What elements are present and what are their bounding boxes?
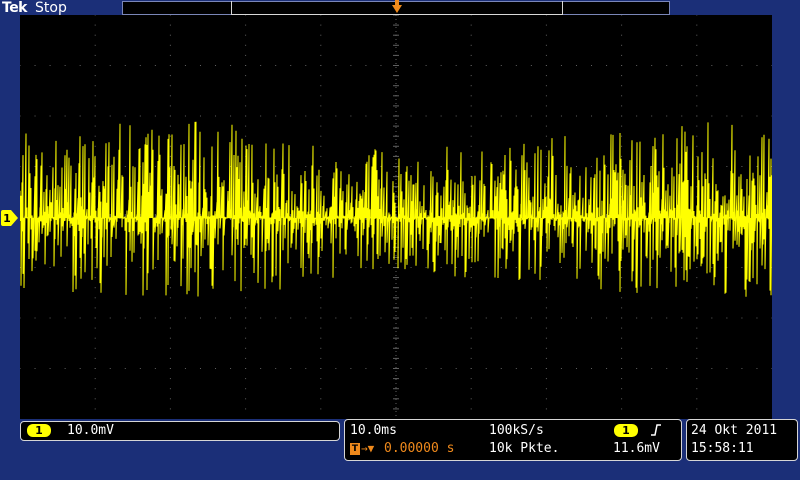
datetime-panel[interactable]: 24 Okt 2011 15:58:11 [686, 419, 798, 461]
time-per-div: 10.0ms [350, 423, 397, 438]
trigger-position-badge: T [350, 443, 360, 455]
channel-1-badge: 1 [27, 424, 51, 437]
date: 24 Okt 2011 [691, 423, 778, 438]
record-length: 10k Pkte. [489, 441, 560, 456]
trigger-offset-arrow-icon: →▼ [361, 442, 375, 455]
trigger-level: 11.6mV [613, 441, 660, 456]
volts-per-div: 10.0mV [67, 423, 114, 438]
trigger-position: 0.00000 s [384, 441, 455, 456]
run-status: Stop [35, 0, 67, 16]
trigger-position-arrow-icon [392, 0, 402, 13]
rising-edge-icon [651, 424, 661, 436]
timebase-trigger-panel[interactable]: 10.0ms 100kS/s 1 T →▼ 0.00000 s 10k Pkte… [344, 419, 682, 461]
time: 15:58:11 [691, 441, 754, 456]
brand-logo: Tek [2, 0, 28, 16]
channel-1-panel[interactable]: 1 10.0mV [20, 421, 340, 441]
sample-rate: 100kS/s [489, 423, 544, 438]
channel-1-marker-label: 1 [3, 212, 11, 225]
waveform-display [20, 15, 772, 419]
channel-1-ground-marker[interactable]: 1 [0, 210, 18, 226]
trigger-source-badge: 1 [614, 424, 638, 437]
